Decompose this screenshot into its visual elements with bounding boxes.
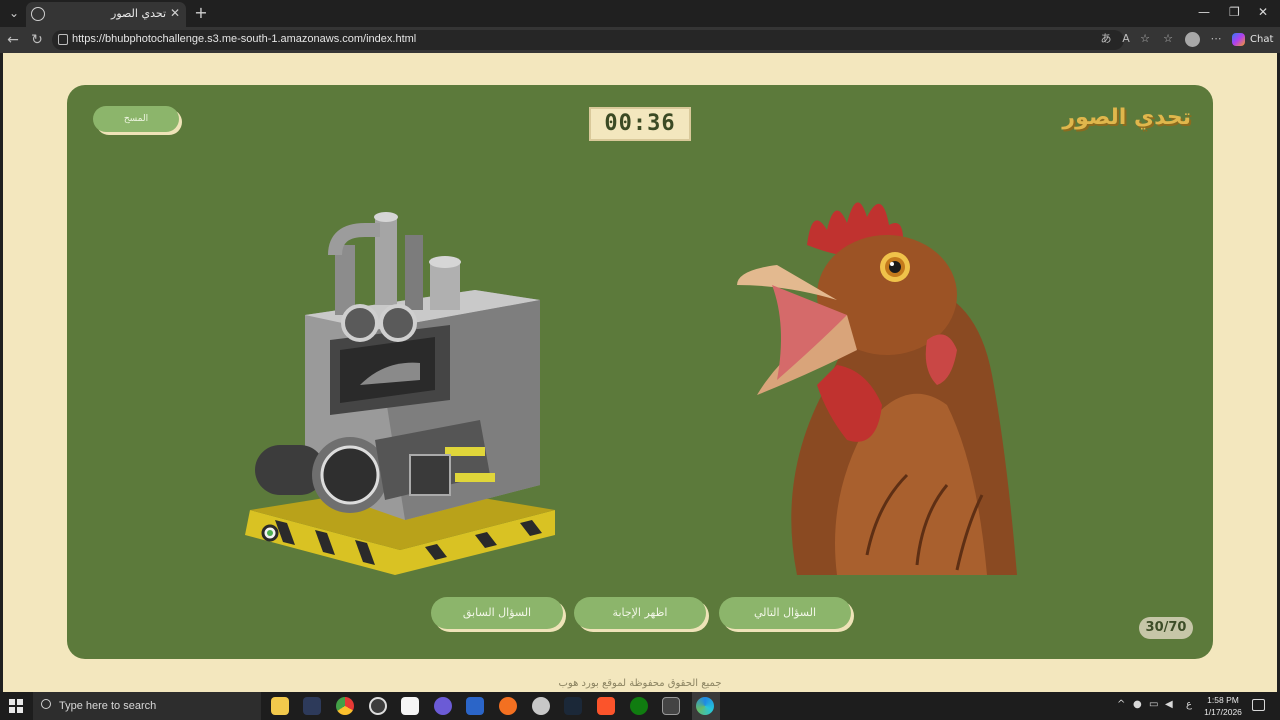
restore-button[interactable]: ❐ [1229,5,1240,19]
tray-chevron-icon[interactable]: ^ [1117,699,1125,710]
chicken-image [717,175,1037,575]
translate-icon[interactable]: あ [1099,32,1113,46]
globe-icon [31,7,45,21]
file-explorer-icon[interactable] [271,697,289,715]
app-icon-2[interactable] [369,697,387,715]
chrome-icon[interactable] [336,697,354,715]
notifications-icon[interactable] [1252,699,1265,711]
browser-tab-bar: ⌄ تحدي الصور ✕ + — ❐ ✕ [0,0,1280,27]
close-window-button[interactable]: ✕ [1258,5,1268,19]
new-tab-button[interactable]: + [192,3,210,23]
machine-image [235,185,565,585]
app-icon-3[interactable] [434,697,452,715]
app-icon-4[interactable] [532,697,550,715]
back-button[interactable]: ← [4,31,22,49]
firefox-icon[interactable] [499,697,517,715]
steam-icon[interactable] [564,697,582,715]
page-title: تحدي الصور [1062,105,1191,130]
tab-title: تحدي الصور [111,7,166,20]
clock-date: 1/17/2026 [1204,707,1242,717]
profile-avatar[interactable] [1185,32,1200,47]
url-text: https://bhubphotochallenge.s3.me-south-1… [72,33,417,45]
word-icon[interactable] [466,697,484,715]
clock-time: 1:58 PM [1207,695,1239,705]
refresh-button[interactable]: ↻ [28,31,46,49]
app-icon[interactable] [303,697,321,715]
page: المسح 00:36 تحدي الصور السؤال السابق اظه… [3,53,1277,692]
favorites-icon[interactable]: ☆ [1161,32,1175,46]
brave-icon[interactable] [597,697,615,715]
browser-tab[interactable]: تحدي الصور ✕ [26,2,186,27]
edge-icon[interactable] [696,697,714,715]
url-field[interactable]: https://bhubphotochallenge.s3.me-south-1… [52,30,1124,50]
search-icon [41,699,51,709]
read-aloud-icon[interactable]: A [1119,32,1133,46]
next-question-button[interactable]: السؤال التالي [719,597,851,629]
search-placeholder: Type here to search [59,700,157,712]
network-icon[interactable]: ▭ [1149,699,1158,710]
minimize-button[interactable]: — [1198,5,1210,19]
tab-actions-menu[interactable]: ⌄ [4,4,24,22]
calendar-icon[interactable] [401,697,419,715]
more-menu-icon[interactable]: ⋯ [1209,32,1223,46]
game-board: المسح 00:36 تحدي الصور السؤال السابق اظه… [67,85,1213,659]
microphone-icon[interactable]: ● [1133,699,1142,710]
question-counter: 30/70 [1139,617,1193,639]
taskbar: Type here to search ^ ● ▭ ◀ ع 1:58 PM 1/… [0,692,1280,720]
lock-icon [58,34,68,45]
input-language[interactable]: ع [1186,699,1192,710]
address-bar: ← ↻ https://bhubphotochallenge.s3.me-sou… [0,27,1280,53]
terminal-icon[interactable] [662,697,680,715]
close-tab-icon[interactable]: ✕ [170,6,180,20]
reset-button[interactable]: المسح [93,106,179,132]
copilot-icon [1232,32,1245,46]
timer-display: 00:36 [589,107,691,141]
taskbar-clock[interactable]: 1:58 PM 1/17/2026 [1200,694,1246,718]
xbox-icon[interactable] [630,697,648,715]
start-button[interactable] [9,699,23,713]
chat-button[interactable]: Chat [1232,31,1276,49]
favorite-star-icon[interactable]: ☆ [1138,32,1152,46]
footer-copyright: جميع الحقوق محفوظة لموقع بورد هوب [558,678,722,689]
previous-question-button[interactable]: السؤال السابق [431,597,563,629]
volume-icon[interactable]: ◀ [1165,699,1173,710]
taskbar-search[interactable]: Type here to search [33,692,261,720]
show-answer-button[interactable]: اظهر الإجابة [574,597,706,629]
